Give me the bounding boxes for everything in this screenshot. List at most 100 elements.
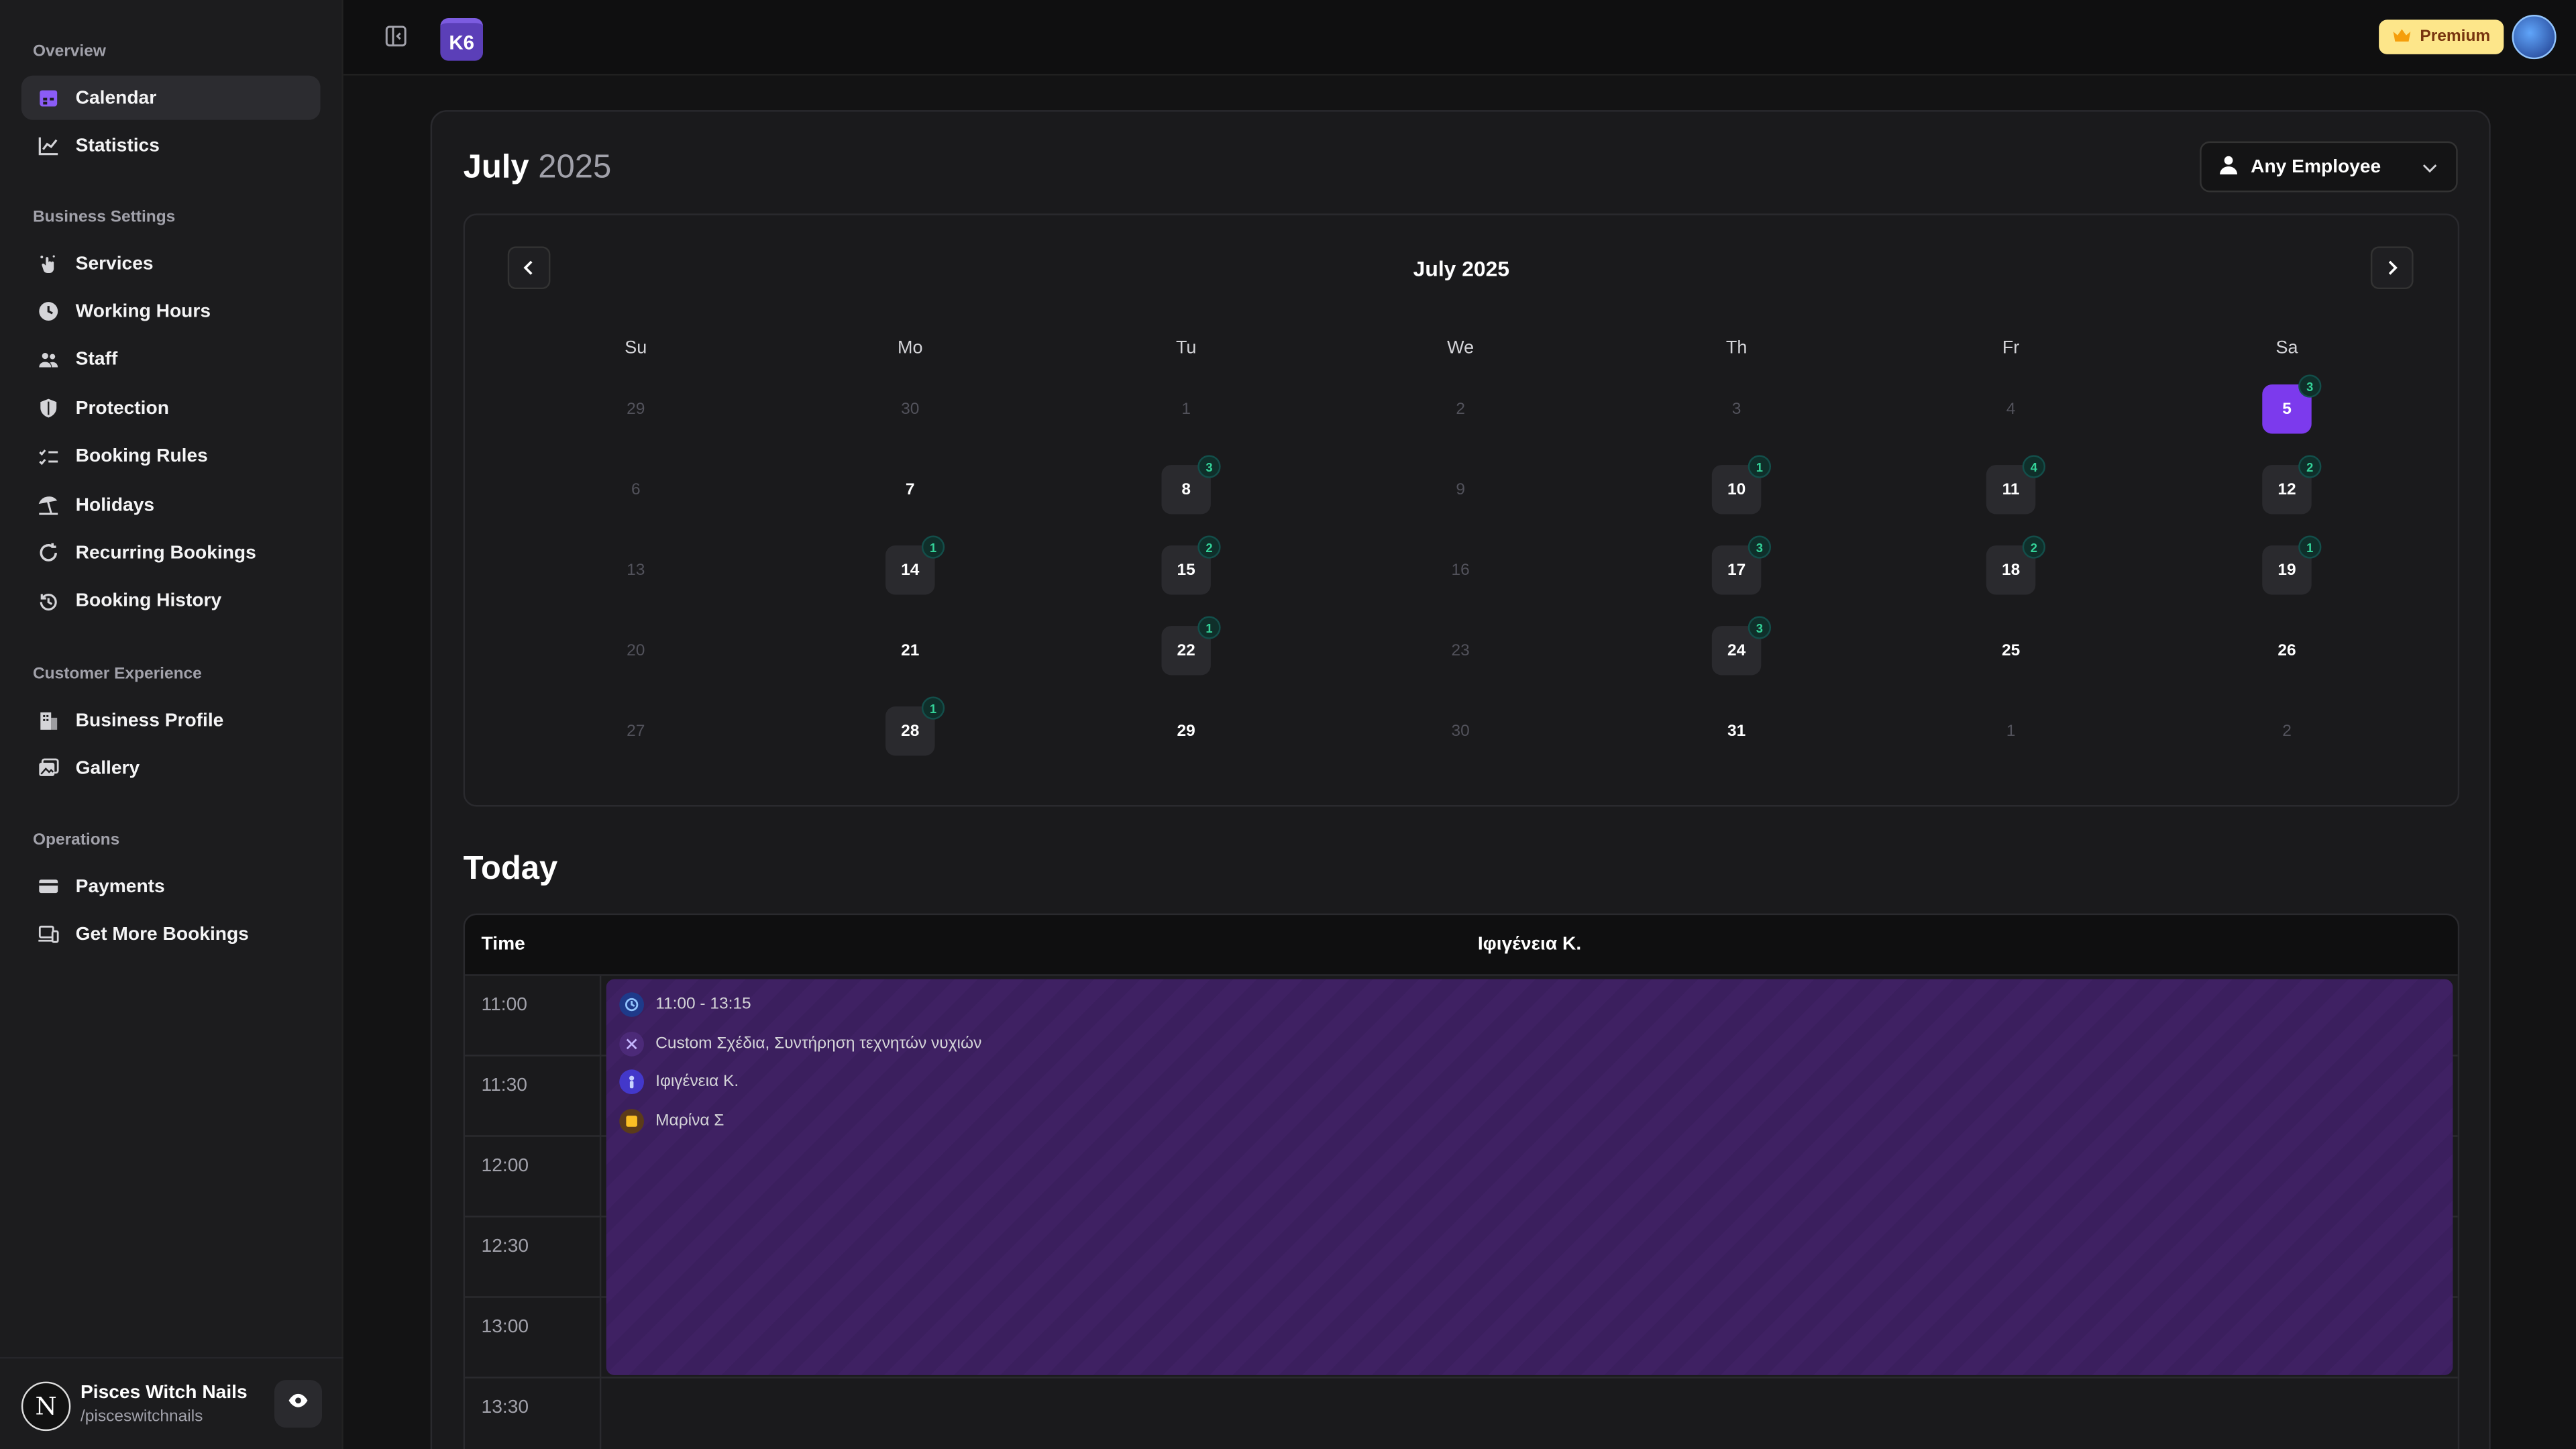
page-title-month: July [463, 149, 529, 186]
day-schedule: Time Ιφιγένεια Κ. 11:00 11:30 12:00 12:3… [463, 913, 2460, 1449]
calendar-day[interactable]: 22 1 [1161, 616, 1221, 676]
user-avatar[interactable] [2512, 15, 2557, 60]
calendar-day[interactable]: 20 [611, 626, 660, 675]
sidebar-toggle-icon[interactable] [384, 25, 407, 48]
sidebar-item-recurring-bookings[interactable]: Recurring Bookings [21, 531, 321, 576]
day-number: 29 [1177, 722, 1195, 741]
chart-icon [38, 136, 59, 157]
calendar-day[interactable]: 2 [2262, 706, 2311, 755]
booking-count-badge: 1 [1197, 616, 1221, 639]
calendar-day[interactable]: 30 [1436, 706, 1485, 755]
calendar-day[interactable]: 15 2 [1161, 535, 1221, 595]
page-title-year: 2025 [538, 149, 612, 186]
calendar-day[interactable]: 9 [1436, 465, 1485, 514]
calendar-day[interactable]: 16 [1436, 545, 1485, 594]
sidebar-item-booking-history[interactable]: Booking History [21, 580, 321, 624]
calendar-day[interactable]: 12 2 [2262, 455, 2322, 515]
booking-block[interactable]: 11:00 - 13:15 Custom Σχέδια, Συντήρηση τ… [606, 979, 2453, 1375]
business-handle: /pisceswitchnails [80, 1407, 203, 1426]
calendar-day[interactable]: 1 [1161, 384, 1210, 433]
calendar-day[interactable]: 25 [1986, 626, 2035, 675]
day-number: 8 [1181, 480, 1191, 499]
calendar-day[interactable]: 3 [1712, 384, 1761, 433]
calendar-day[interactable]: 26 [2262, 626, 2311, 675]
sidebar-item-label: Get More Bookings [75, 924, 249, 945]
booking-employee-row: Ιφιγένεια Κ. [619, 1069, 739, 1095]
today-title: Today [463, 851, 558, 888]
clock-icon [38, 301, 59, 323]
calendar-day[interactable]: 2 [1436, 384, 1485, 433]
calendar-icon [38, 87, 59, 109]
sidebar-item-label: Recurring Bookings [75, 543, 256, 564]
day-number: 23 [1451, 641, 1470, 660]
sidebar-item-label: Booking History [75, 592, 222, 612]
shield-icon [38, 398, 59, 419]
sidebar-item-protection[interactable]: Protection [21, 386, 321, 431]
calendar-day[interactable]: 8 3 [1161, 455, 1221, 515]
calendar-day[interactable]: 29 [1161, 706, 1210, 755]
sidebar-item-services[interactable]: Services [21, 241, 321, 286]
calendar-day[interactable]: 29 [611, 384, 660, 433]
calendar-day[interactable]: 17 3 [1711, 535, 1772, 595]
employee-column-header: Ιφιγένεια Κ. [1477, 934, 1582, 955]
calendar-day[interactable]: 7 [885, 465, 934, 514]
next-month-button[interactable] [2370, 246, 2414, 290]
device-icon [38, 924, 59, 945]
sidebar-heading: Operations [32, 831, 120, 850]
calendar-day[interactable]: 1 [1986, 706, 2035, 755]
building-icon [38, 710, 59, 731]
sidebar-item-payments[interactable]: Payments [21, 864, 321, 908]
calendar-day[interactable]: 31 [1712, 706, 1761, 755]
business-avatar: N [21, 1381, 71, 1432]
sidebar-item-holidays[interactable]: Holidays [21, 483, 321, 527]
sidebar-item-label: Calendar [75, 88, 157, 108]
calendar-month-label: July 2025 [1413, 256, 1510, 281]
sidebar-item-label: Booking Rules [75, 447, 208, 467]
calendar-day[interactable]: 18 2 [1986, 535, 2046, 595]
day-number: 2 [1456, 400, 1465, 419]
app-logo[interactable]: K6 [440, 17, 484, 61]
time-slot: 13:30 [465, 1379, 601, 1449]
calendar-day[interactable]: 24 3 [1711, 616, 1772, 676]
calendar-day[interactable]: 14 1 [885, 535, 945, 595]
sidebar-item-staff[interactable]: Staff [21, 338, 321, 382]
sidebar-item-gallery[interactable]: Gallery [21, 747, 321, 791]
premium-badge[interactable]: Premium [2379, 19, 2504, 54]
calendar-day[interactable]: 10 1 [1711, 455, 1772, 515]
sidebar-item-calendar[interactable]: Calendar [21, 75, 321, 120]
calendar-day[interactable]: 19 1 [2262, 535, 2322, 595]
calendar-day[interactable]: 21 [885, 626, 934, 675]
day-number: 30 [901, 400, 920, 419]
calendar-day[interactable]: 4 [1986, 384, 2035, 433]
calendar-day[interactable]: 28 1 [885, 696, 945, 756]
sidebar-item-statistics[interactable]: Statistics [21, 124, 321, 168]
sidebar-item-booking-rules[interactable]: Booking Rules [21, 435, 321, 479]
eye-icon [288, 1389, 309, 1419]
calendar-day[interactable]: 13 [611, 545, 660, 594]
calendar-day[interactable]: 5 3 [2262, 374, 2322, 434]
sidebar-item-label: Holidays [75, 495, 155, 515]
clock-icon [619, 992, 645, 1017]
calendar-day[interactable]: 11 4 [1986, 455, 2046, 515]
scissors-icon [619, 1031, 645, 1057]
calendar-day[interactable]: 30 [885, 384, 934, 433]
calendar-day[interactable]: 6 [611, 465, 660, 514]
sidebar-heading: Customer Experience [32, 665, 202, 684]
time-label: 13:30 [481, 1398, 529, 1418]
day-number: 11 [2002, 480, 2020, 499]
history-icon [38, 591, 59, 612]
preview-button[interactable] [274, 1380, 323, 1428]
calendar-day[interactable]: 27 [611, 706, 660, 755]
sidebar-item-business-profile[interactable]: Business Profile [21, 698, 321, 743]
day-number: 21 [901, 641, 920, 660]
employee-select[interactable]: Any Employee [2200, 141, 2458, 193]
day-number: 14 [901, 561, 920, 580]
calendar-day[interactable]: 23 [1436, 626, 1485, 675]
booking-count-badge: 3 [2298, 374, 2322, 398]
sidebar-item-working-hours[interactable]: Working Hours [21, 290, 321, 334]
credit-card-icon [38, 875, 59, 897]
sidebar-item-get-more-bookings[interactable]: Get More Bookings [21, 912, 321, 957]
booking-count-badge: 2 [2298, 455, 2322, 478]
users-icon [38, 350, 59, 371]
business-switcher[interactable]: N Pisces Witch Nails /pisceswitchnails [0, 1356, 343, 1449]
